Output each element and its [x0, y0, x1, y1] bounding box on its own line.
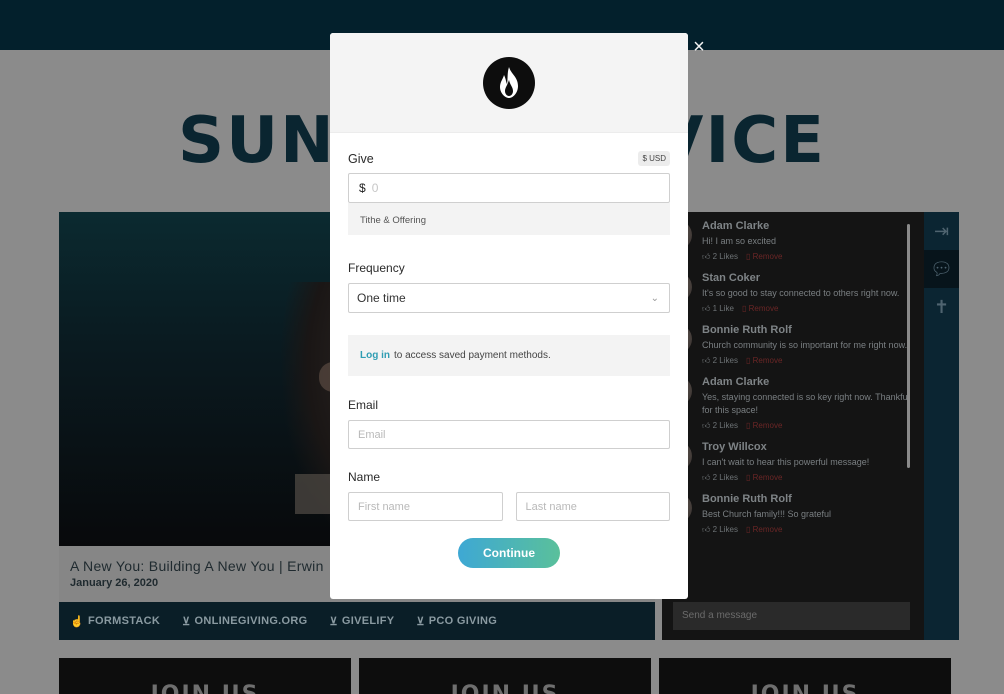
giving-links-bar: ☝ FORMSTACK ⊻ ONLINEGIVING.ORG ⊻ GIVELIF…	[59, 602, 655, 640]
like-button[interactable]: 👍︎ 2 Likes	[702, 525, 738, 535]
giving-link-label: PCO GIVING	[428, 615, 498, 627]
thumbs-up-icon: 👍︎	[702, 421, 711, 430]
message-author: Adam Clarke	[702, 220, 770, 232]
name-label: Name	[348, 470, 381, 484]
first-name-field[interactable]: First name	[348, 492, 503, 521]
give-hand-icon: ⊻	[416, 615, 425, 628]
thumbs-up-icon: 👍︎	[702, 356, 711, 365]
fund-selector[interactable]: Tithe & Offering	[348, 203, 670, 235]
give-label: Give	[348, 151, 374, 166]
remove-button[interactable]: ▯ Remove	[746, 525, 782, 535]
exit-icon[interactable]: ⇥	[924, 212, 959, 250]
hand-icon: ☝	[70, 615, 84, 628]
video-thumbnail[interactable]: JOIN US	[359, 658, 651, 694]
login-link[interactable]: Log in	[360, 350, 390, 361]
like-button[interactable]: 👍︎ 2 Likes	[702, 252, 738, 262]
chat-side-toolbar: ⇥ 💬︎ ✝	[924, 212, 959, 640]
dollar-sign: $	[359, 181, 366, 195]
chat-message: Troy Willcox I can't wait to hear this p…	[672, 441, 917, 483]
chat-scrollbar[interactable]	[907, 224, 910, 468]
trash-icon: ▯	[745, 356, 751, 365]
giving-link-pco[interactable]: ⊻ PCO GIVING	[416, 615, 497, 628]
chat-message-input[interactable]: Send a message	[673, 602, 910, 630]
video-thumbnail[interactable]: JOIN US	[659, 658, 951, 694]
thumbs-up-icon: 👍︎	[702, 473, 711, 482]
email-field[interactable]: Email	[348, 420, 670, 449]
trash-icon: ▯	[745, 421, 751, 430]
frequency-value: One time	[357, 291, 406, 305]
like-button[interactable]: 👍︎ 1 Like	[702, 304, 734, 314]
login-prompt: Log in to access saved payment methods.	[348, 335, 670, 376]
message-author: Stan Coker	[702, 272, 761, 284]
modal-header	[330, 33, 688, 133]
remove-button[interactable]: ▯ Remove	[742, 304, 778, 314]
give-hand-icon: ⊻	[329, 615, 338, 628]
chat-message: Stan Coker It's so good to stay connecte…	[672, 272, 917, 314]
message-author: Bonnie Ruth Rolf	[702, 324, 792, 336]
chevron-down-icon: ⌄	[650, 292, 659, 304]
message-author: Troy Willcox	[702, 441, 767, 453]
thumbs-up-icon: 👍︎	[702, 525, 711, 534]
close-modal-button[interactable]: ×	[690, 37, 708, 57]
message-text: Hi! I am so excited	[702, 236, 777, 246]
login-prompt-text: to access saved payment methods.	[394, 350, 551, 361]
remove-button[interactable]: ▯ Remove	[746, 252, 782, 262]
trash-icon: ▯	[745, 525, 751, 534]
message-text: I can't wait to hear this powerful messa…	[702, 457, 870, 467]
email-label: Email	[348, 398, 379, 412]
like-button[interactable]: 👍︎ 2 Likes	[702, 421, 738, 431]
thumbs-up-icon: 👍︎	[702, 304, 711, 313]
give-hand-icon: ⊻	[182, 615, 191, 628]
message-text: It's so good to stay connected to others…	[702, 288, 900, 298]
trash-icon: ▯	[745, 252, 751, 261]
chat-message: Bonnie Ruth Rolf Best Church family!!! S…	[672, 493, 917, 535]
remove-button[interactable]: ▯ Remove	[746, 421, 782, 431]
chat-message: Bonnie Ruth Rolf Church community is so …	[672, 324, 917, 366]
chat-message-list[interactable]: Adam Clarke Hi! I am so excited 👍︎ 2 Lik…	[672, 220, 917, 600]
trash-icon: ▯	[741, 304, 747, 313]
thumbnail-row: JOIN US JOIN US JOIN US	[59, 658, 951, 694]
continue-button[interactable]: Continue	[458, 538, 560, 568]
currency-selector[interactable]: $ USD	[638, 151, 670, 166]
trash-icon: ▯	[745, 473, 751, 482]
giving-link-formstack[interactable]: ☝ FORMSTACK	[70, 615, 160, 628]
message-author: Adam Clarke	[702, 376, 770, 388]
amount-value: 0	[371, 181, 379, 195]
bible-icon[interactable]: ✝	[924, 288, 959, 326]
like-button[interactable]: 👍︎ 2 Likes	[702, 356, 738, 366]
giving-link-onlinegiving[interactable]: ⊻ ONLINEGIVING.ORG	[182, 615, 307, 628]
chat-panel: Adam Clarke Hi! I am so excited 👍︎ 2 Lik…	[662, 212, 959, 640]
giving-link-givelify[interactable]: ⊻ GIVELIFY	[330, 615, 395, 628]
message-author: Bonnie Ruth Rolf	[702, 493, 792, 505]
thumbs-up-icon: 👍︎	[702, 252, 711, 261]
giving-link-label: GIVELIFY	[341, 615, 395, 627]
chat-message: Adam Clarke Hi! I am so excited 👍︎ 2 Lik…	[672, 220, 917, 262]
giving-link-label: ONLINEGIVING.ORG	[194, 615, 308, 627]
remove-button[interactable]: ▯ Remove	[746, 473, 782, 483]
frequency-label: Frequency	[348, 261, 405, 275]
giving-link-label: FORMSTACK	[88, 615, 161, 627]
like-button[interactable]: 👍︎ 2 Likes	[702, 473, 738, 483]
frequency-select[interactable]: One time ⌄	[348, 283, 670, 313]
remove-button[interactable]: ▯ Remove	[746, 356, 782, 366]
chat-bubbles-icon[interactable]: 💬︎	[924, 250, 959, 288]
chat-message: Adam Clarke Yes, staying connected is so…	[672, 376, 917, 431]
message-text: Church community is so important for me …	[702, 340, 908, 350]
video-thumbnail[interactable]: JOIN US	[59, 658, 351, 694]
flame-logo-icon	[483, 56, 535, 109]
giving-modal: Give $ USD $ 0 Tithe & Offering Frequenc…	[330, 33, 688, 599]
message-text: Best Church family!!! So grateful	[702, 509, 832, 519]
amount-input[interactable]: $ 0	[348, 173, 670, 203]
last-name-field[interactable]: Last name	[515, 492, 670, 521]
message-text: Yes, staying connected is so key right n…	[702, 392, 910, 415]
